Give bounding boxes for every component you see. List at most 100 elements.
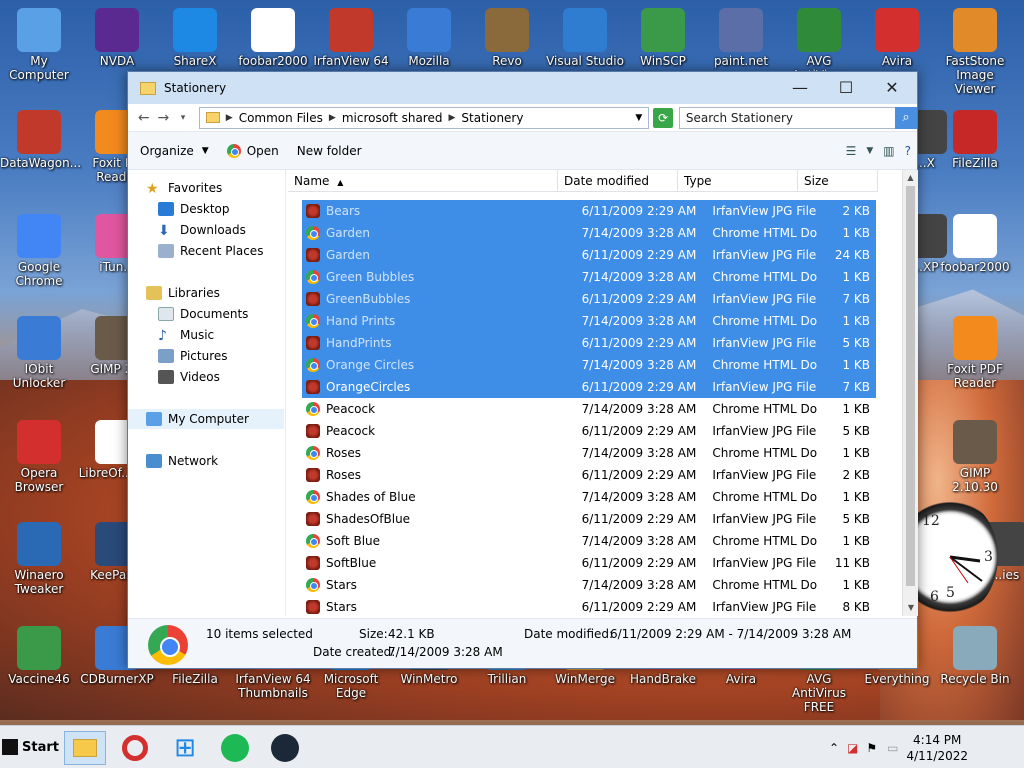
close-button[interactable]: ✕	[869, 72, 915, 102]
desktop-icon-27[interactable]: Vaccine46	[0, 626, 78, 686]
taskbar-opera[interactable]	[114, 731, 156, 765]
breadcrumb-arrow-icon[interactable]: ▶	[329, 113, 336, 123]
open-button[interactable]: Open	[226, 143, 279, 158]
help-icon[interactable]: ?	[905, 144, 911, 158]
back-arrow-icon[interactable]: ←	[134, 110, 154, 126]
maximize-button[interactable]: ☐	[823, 72, 869, 102]
nav-pictures[interactable]: Pictures	[158, 346, 228, 366]
file-row[interactable]: ShadesOfBlue 6/11/2009 2:29 AM IrfanView J…	[302, 508, 876, 530]
nav-videos[interactable]: Videos	[158, 367, 220, 387]
address-dropdown-icon[interactable]: ▼	[635, 113, 642, 123]
nav-desktop[interactable]: Desktop	[158, 199, 230, 219]
column-name[interactable]: Name ▲	[288, 170, 558, 192]
tray-expand-icon[interactable]: ⌃	[829, 741, 839, 755]
desktop-icon-25[interactable]: Winaero Tweaker	[0, 522, 78, 596]
taskbar-spotify[interactable]	[214, 731, 256, 765]
nav-my-computer[interactable]: My Computer	[128, 409, 284, 429]
forward-arrow-icon[interactable]: →	[154, 110, 174, 126]
file-name: Green Bubbles	[326, 270, 415, 284]
file-row[interactable]: Roses 7/14/2009 3:28 AM Chrome HTML Do... 1…	[302, 442, 876, 464]
desktop-icon-39[interactable]: Recycle Bin	[936, 626, 1014, 686]
tray-placeholder-icon[interactable]: ▭	[887, 741, 898, 755]
app-icon	[17, 214, 61, 258]
desktop-icon-11[interactable]: Avira	[858, 8, 936, 68]
vertical-scrollbar[interactable]: ▲ ▼	[902, 170, 918, 616]
breadcrumb-arrow-icon[interactable]: ▶	[226, 113, 233, 123]
file-row[interactable]: Green Bubbles 7/14/2009 3:28 AM Chrome HTM…	[302, 266, 876, 288]
taskbar-explorer[interactable]	[64, 731, 106, 765]
nav-recent-places[interactable]: Recent Places	[158, 241, 263, 261]
search-input[interactable]: Search Stationery ⌕	[678, 106, 918, 129]
desktop-icon-5[interactable]: Mozilla	[390, 8, 468, 68]
desktop-icon-12[interactable]: FastStone Image Viewer	[936, 8, 1014, 96]
nav-network[interactable]: Network	[146, 451, 218, 471]
file-row[interactable]: Garden 6/11/2009 2:29 AM IrfanView JPG Fil…	[302, 244, 876, 266]
organize-button[interactable]: Organize ▼	[140, 144, 209, 158]
file-row[interactable]: Peacock 6/11/2009 2:29 AM IrfanView JPG Fi…	[302, 420, 876, 442]
file-row[interactable]: GreenBubbles 6/11/2009 2:29 AM IrfanView J…	[302, 288, 876, 310]
nav-favorites[interactable]: ★ Favorites	[146, 178, 222, 198]
desktop-icon-0[interactable]: My Computer	[0, 8, 78, 82]
title-bar[interactable]: Stationery — ☐ ✕	[128, 72, 917, 104]
file-row[interactable]: Stars 7/14/2009 3:28 AM Chrome HTML Do... 1…	[302, 574, 876, 596]
flag-tray-icon[interactable]: ⚑	[866, 741, 877, 755]
file-list[interactable]: Name ▲ Date modified Type Size Bears 6/11…	[288, 170, 918, 616]
address-bar[interactable]: ▶ Common Files ▶ microsoft shared ▶ Stat…	[198, 106, 650, 129]
search-icon[interactable]: ⌕	[895, 106, 918, 129]
desktop-icon-7[interactable]: Visual Studio	[546, 8, 624, 68]
view-dropdown-icon[interactable]: ▼	[866, 146, 873, 156]
column-size[interactable]: Size	[798, 170, 878, 192]
file-row[interactable]: Roses 6/11/2009 2:29 AM IrfanView JPG File…	[302, 464, 876, 486]
breadcrumb-common-files[interactable]: Common Files	[239, 111, 323, 125]
file-row[interactable]: Bears 6/11/2009 2:29 AM IrfanView JPG File…	[302, 200, 876, 222]
minimize-button[interactable]: —	[777, 72, 823, 102]
nav-libraries[interactable]: Libraries	[146, 283, 220, 303]
breadcrumb-arrow-icon[interactable]: ▶	[448, 113, 455, 123]
new-folder-button[interactable]: New folder	[297, 144, 362, 158]
desktop-icon-9[interactable]: paint.net	[702, 8, 780, 68]
file-row[interactable]: Stars 6/11/2009 2:29 AM IrfanView JPG File…	[302, 596, 876, 618]
file-row[interactable]: OrangeCircles 6/11/2009 2:29 AM IrfanView …	[302, 376, 876, 398]
explorer-window[interactable]: Stationery — ☐ ✕ ← → ▾ ▶ Common Files ▶ …	[127, 71, 918, 669]
file-row[interactable]: Orange Circles 7/14/2009 3:28 AM Chrome HT…	[302, 354, 876, 376]
file-row[interactable]: Soft Blue 7/14/2009 3:28 AM Chrome HTML Do…	[302, 530, 876, 552]
desktop-icon-24[interactable]: GIMP 2.10.30	[936, 420, 1014, 494]
view-details-icon[interactable]: ☰	[846, 144, 857, 158]
taskbar-steam[interactable]	[264, 731, 306, 765]
desktop-icon-1[interactable]: NVDA	[78, 8, 156, 68]
breadcrumb-stationery[interactable]: Stationery	[461, 111, 523, 125]
nav-documents[interactable]: Documents	[158, 304, 248, 324]
desktop-icon-22[interactable]: Opera Browser	[0, 420, 78, 494]
taskbar-clock[interactable]: 4:14 PM 4/11/2022	[906, 732, 968, 764]
taskbar-windows[interactable]: ⊞	[164, 731, 206, 765]
desktop-icon-21[interactable]: Foxit PDF Reader	[936, 316, 1014, 390]
desktop-icon-4[interactable]: IrfanView 64	[312, 8, 390, 68]
desktop-icon-3[interactable]: foobar2000	[234, 8, 312, 68]
column-date-modified[interactable]: Date modified	[558, 170, 678, 192]
preview-pane-icon[interactable]: ▥	[883, 144, 894, 158]
avira-tray-icon[interactable]: ◪	[847, 741, 858, 755]
refresh-icon[interactable]: ⟳	[653, 107, 673, 128]
desktop-icon-6[interactable]: Revo	[468, 8, 546, 68]
file-row[interactable]: HandPrints 6/11/2009 2:29 AM IrfanView JPG…	[302, 332, 876, 354]
file-row[interactable]: SoftBlue 6/11/2009 2:29 AM IrfanView JPG F…	[302, 552, 876, 574]
desktop-icon-13[interactable]: DataWagon...	[0, 110, 81, 170]
scroll-thumb[interactable]	[906, 186, 915, 586]
start-button[interactable]: Start	[2, 734, 59, 760]
file-row[interactable]: Peacock 7/14/2009 3:28 AM Chrome HTML Do..…	[302, 398, 876, 420]
breadcrumb-microsoft-shared[interactable]: microsoft shared	[342, 111, 443, 125]
desktop-icon-16[interactable]: Google Chrome	[0, 214, 78, 288]
file-row[interactable]: Shades of Blue 7/14/2009 3:28 AM Chrome HT…	[302, 486, 876, 508]
desktop-icon-8[interactable]: WinSCP	[624, 8, 702, 68]
scroll-up-icon[interactable]: ▲	[903, 170, 918, 186]
file-row[interactable]: Hand Prints 7/14/2009 3:28 AM Chrome HTML …	[302, 310, 876, 332]
nav-music[interactable]: ♪ Music	[158, 325, 214, 345]
desktop-icon-2[interactable]: ShareX	[156, 8, 234, 68]
column-type[interactable]: Type	[678, 170, 798, 192]
desktop-icon-19[interactable]: IObit Unlocker	[0, 316, 78, 390]
scroll-down-icon[interactable]: ▼	[903, 600, 919, 616]
file-row[interactable]: Garden 7/14/2009 3:28 AM Chrome HTML Do...…	[302, 222, 876, 244]
nav-downloads[interactable]: ⬇ Downloads	[158, 220, 246, 240]
chrome-html-file-icon	[306, 534, 320, 548]
recent-chevron-icon[interactable]: ▾	[173, 113, 193, 123]
